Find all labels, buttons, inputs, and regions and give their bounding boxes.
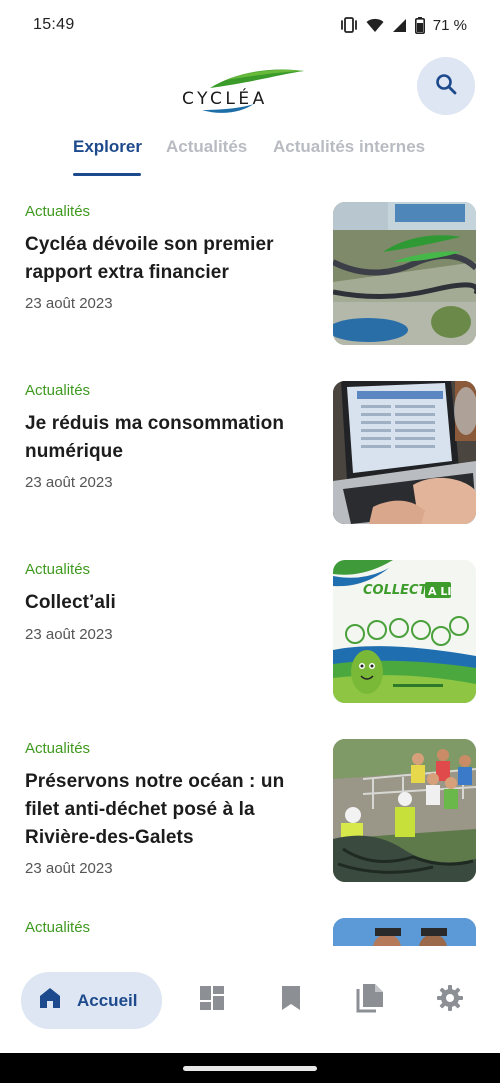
battery-icon (414, 16, 425, 34)
article-thumbnail (333, 202, 476, 345)
logo-wordmark: CYCLÉA (182, 89, 268, 109)
tab-bar: Explorer Actualités Actualités internes (0, 125, 500, 177)
search-icon (434, 72, 458, 101)
signal-icon (392, 18, 407, 33)
nav-dashboard-button[interactable] (197, 985, 227, 1015)
article-card[interactable]: Actualités (0, 896, 500, 946)
nav-home-label: Accueil (77, 990, 138, 1010)
bookmark-icon (279, 984, 303, 1017)
article-category: Actualités (25, 740, 91, 757)
dashboard-icon (198, 984, 226, 1017)
article-title: Collect’ali (25, 592, 116, 613)
article-category: Actualités (25, 203, 91, 220)
battery-percent: 71 % (432, 16, 467, 34)
tab-explorer[interactable]: Explorer (73, 137, 142, 157)
nav-documents-button[interactable] (355, 983, 385, 1018)
article-category: Actualités (25, 561, 91, 578)
article-date: 23 août 2023 (25, 295, 113, 312)
article-thumbnail (333, 381, 476, 524)
poster-heading-badge: A LI (428, 585, 451, 598)
article-date: 23 août 2023 (25, 860, 113, 877)
article-card[interactable]: Actualités Préservons notre océan : un f… (0, 717, 500, 887)
article-date: 23 août 2023 (25, 626, 113, 643)
article-card[interactable]: Actualités Cycléa dévoile son premier ra… (0, 180, 500, 350)
bottom-navigation: Accueil (0, 947, 500, 1053)
article-date: 23 août 2023 (25, 474, 113, 491)
documents-icon (356, 983, 384, 1018)
status-bar: 15:49 71 % (0, 0, 500, 50)
nav-home-button[interactable]: Accueil (21, 972, 162, 1029)
app-header: CYCLÉA (0, 50, 500, 120)
tab-actualites-internes[interactable]: Actualités internes (273, 137, 425, 157)
vibrate-icon (340, 17, 358, 33)
article-list: Actualités Cycléa dévoile son premier ra… (0, 180, 500, 946)
status-icons: 71 % (340, 16, 467, 34)
nav-bookmarks-button[interactable] (276, 985, 306, 1015)
tab-actualites[interactable]: Actualités (166, 137, 247, 157)
article-card[interactable]: Actualités Collect’ali 23 août 2023 COLL… (0, 538, 500, 708)
cyclea-logo: CYCLÉA (182, 60, 322, 118)
article-thumbnail (333, 739, 476, 882)
search-button[interactable] (417, 57, 475, 115)
status-time: 15:49 (33, 16, 75, 33)
nav-settings-button[interactable] (435, 984, 465, 1017)
article-title: Cycléa dévoile son premier rapport extra… (25, 234, 274, 283)
poster-heading: COLLECT (363, 583, 429, 598)
settings-icon (436, 984, 464, 1017)
article-title: Préservons notre océan : un filet anti-d… (25, 771, 285, 848)
article-title: Je réduis ma consommation numérique (25, 413, 285, 462)
article-category: Actualités (25, 919, 91, 936)
gesture-handle[interactable] (183, 1066, 317, 1071)
system-navigation-bar (0, 1053, 500, 1083)
article-category: Actualités (25, 382, 91, 399)
article-thumbnail: COLLECT A LI (333, 560, 476, 703)
tab-active-indicator (73, 173, 141, 176)
wifi-icon (366, 18, 384, 33)
home-icon (37, 985, 63, 1016)
article-thumbnail (333, 918, 476, 946)
article-card[interactable]: Actualités Je réduis ma consommation num… (0, 359, 500, 529)
